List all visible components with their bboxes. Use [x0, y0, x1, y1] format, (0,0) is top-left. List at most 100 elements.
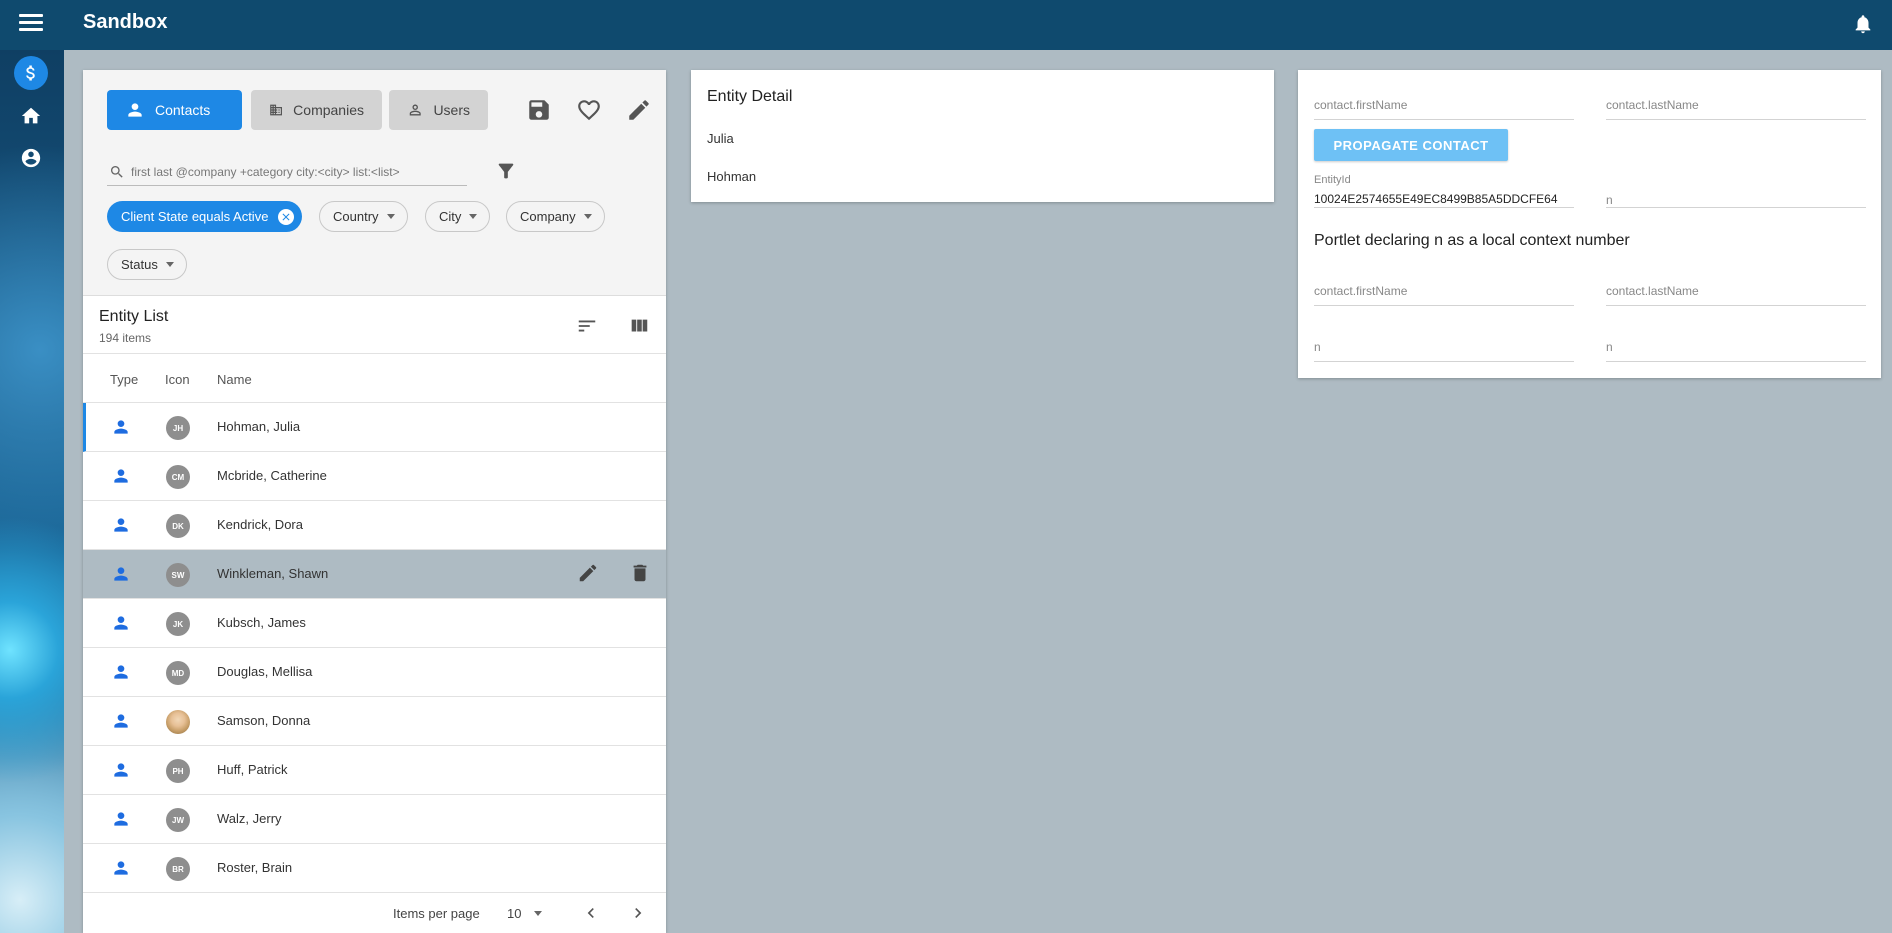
portlet-last-name-label: contact.lastName	[1606, 284, 1699, 298]
row-name: Walz, Jerry	[217, 811, 282, 826]
table-row[interactable]: Samson, Donna	[83, 697, 666, 746]
person-icon	[114, 763, 128, 777]
avatar	[166, 710, 190, 734]
portlet-n-label-1: n	[1314, 340, 1321, 354]
close-icon[interactable]	[278, 208, 295, 225]
table-row[interactable]: PH Huff, Patrick	[83, 746, 666, 795]
row-name: Douglas, Mellisa	[217, 664, 313, 679]
table-row[interactable]: CM Mcbride, Catherine	[83, 452, 666, 501]
entity-list-panel: Contacts Companies Users Client State eq…	[83, 70, 666, 933]
bell-icon[interactable]	[1852, 12, 1874, 36]
account-circle-icon	[21, 148, 41, 168]
avatar: CM	[166, 465, 190, 489]
dollar-icon	[26, 65, 35, 81]
table-row[interactable]: SW Winkleman, Shawn	[83, 550, 666, 599]
row-name: Hohman, Julia	[217, 419, 301, 434]
portlet-first-name-field[interactable]: contact.firstName	[1314, 270, 1574, 306]
person-icon	[114, 420, 128, 434]
avatar: MD	[166, 661, 190, 685]
search-box	[107, 158, 467, 186]
chip-status[interactable]: Status	[107, 249, 187, 280]
edit-icon[interactable]	[577, 562, 599, 584]
side-rail	[0, 50, 64, 933]
propagate-contact-button[interactable]: PROPAGATE CONTACT	[1314, 129, 1508, 161]
search-input[interactable]	[131, 160, 461, 184]
chevron-down-icon	[386, 214, 395, 219]
entity-id-label: EntityId	[1314, 174, 1351, 186]
paginator: Items per page 10	[83, 893, 666, 933]
entity-detail-last-name: Hohman	[707, 169, 757, 184]
row-name: Winkleman, Shawn	[217, 566, 329, 581]
edit-icon[interactable]	[626, 97, 652, 123]
column-header-type[interactable]: Type	[110, 372, 138, 387]
tab-contacts-label: Contacts	[155, 102, 211, 118]
chevron-down-icon	[583, 214, 592, 219]
row-name: Huff, Patrick	[217, 762, 288, 777]
chip-company[interactable]: Company	[506, 201, 605, 232]
person-icon	[114, 567, 128, 581]
portlet-n-field-2[interactable]: n	[1606, 326, 1866, 362]
top-app-bar: Sandbox	[0, 0, 1892, 50]
n-field[interactable]: n	[1606, 172, 1866, 208]
view-column-icon[interactable]	[628, 315, 650, 337]
person-outline-icon	[409, 104, 421, 116]
person-icon	[114, 812, 128, 826]
tab-users[interactable]: Users	[389, 90, 488, 130]
tab-contacts[interactable]: Contacts	[107, 90, 242, 130]
rail-account-button[interactable]	[14, 141, 48, 175]
table-row[interactable]: JH Hohman, Julia	[83, 403, 666, 452]
portlet-n-label-2: n	[1606, 340, 1613, 354]
rail-home-button[interactable]	[14, 99, 48, 133]
chevron-down-icon[interactable]	[534, 911, 542, 916]
save-icon[interactable]	[526, 97, 552, 123]
chip-client-state[interactable]: Client State equals Active	[107, 201, 303, 232]
delete-icon[interactable]	[629, 562, 651, 584]
chip-company-label: Company	[520, 209, 576, 224]
portlet-last-name-field[interactable]: contact.lastName	[1606, 270, 1866, 306]
chevron-down-icon	[469, 214, 478, 219]
person-icon	[114, 665, 128, 679]
heart-outline-icon[interactable]	[576, 97, 602, 123]
rail-dollar-button[interactable]	[14, 56, 48, 90]
entity-list-title: Entity List	[99, 308, 169, 325]
n-label: n	[1606, 193, 1613, 207]
chevron-right-icon[interactable]	[628, 903, 648, 923]
filter-area: Contacts Companies Users Client State eq…	[83, 70, 666, 296]
person-icon	[114, 518, 128, 532]
table-row[interactable]: BR Roster, Brain	[83, 844, 666, 893]
row-name: Kendrick, Dora	[217, 517, 303, 532]
table-row[interactable]: DK Kendrick, Dora	[83, 501, 666, 550]
entity-id-value: 10024E2574655E49EC8499B85A5DDCFE64	[1314, 192, 1558, 206]
filter-icon[interactable]	[495, 160, 517, 182]
column-header-name[interactable]: Name	[217, 372, 252, 387]
column-header-icon[interactable]: Icon	[165, 372, 190, 387]
avatar: JW	[166, 808, 190, 832]
person-icon	[114, 714, 128, 728]
entity-detail-panel: Entity Detail Julia Hohman	[691, 70, 1274, 202]
items-per-page-select[interactable]: 10	[507, 906, 521, 921]
app-title: Sandbox	[83, 11, 168, 33]
table-header: Type Icon Name	[83, 354, 666, 403]
first-name-field[interactable]: contact.firstName	[1314, 84, 1574, 120]
table-row[interactable]: JW Walz, Jerry	[83, 795, 666, 844]
chip-country[interactable]: Country	[319, 201, 408, 232]
last-name-field[interactable]: contact.lastName	[1606, 84, 1866, 120]
sort-icon[interactable]	[576, 315, 598, 337]
business-icon	[270, 104, 282, 116]
menu-icon[interactable]	[19, 14, 43, 34]
portlet-first-name-label: contact.firstName	[1314, 284, 1408, 298]
entity-list-header: Entity List 194 items	[83, 297, 666, 354]
last-name-label: contact.lastName	[1606, 98, 1699, 112]
avatar: BR	[166, 857, 190, 881]
table-row[interactable]: MD Douglas, Mellisa	[83, 648, 666, 697]
tab-companies[interactable]: Companies	[251, 90, 382, 130]
avatar: DK	[166, 514, 190, 538]
entity-detail-first-name: Julia	[707, 131, 734, 146]
avatar: JH	[166, 416, 190, 440]
portlet-n-field-1[interactable]: n	[1314, 326, 1574, 362]
entity-id-field[interactable]: EntityId 10024E2574655E49EC8499B85A5DDCF…	[1314, 172, 1574, 208]
portlet-title: Portlet declaring n as a local context n…	[1314, 232, 1630, 249]
table-row[interactable]: JK Kubsch, James	[83, 599, 666, 648]
chevron-left-icon[interactable]	[581, 903, 601, 923]
chip-city[interactable]: City	[425, 201, 491, 232]
